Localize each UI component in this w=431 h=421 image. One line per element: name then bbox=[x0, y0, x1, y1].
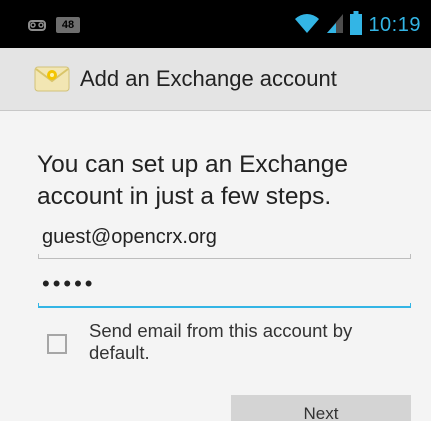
signal-icon bbox=[326, 12, 344, 39]
password-field[interactable]: ••••• bbox=[38, 269, 411, 311]
battery-icon bbox=[350, 11, 363, 40]
notification-badge: 48 bbox=[56, 17, 80, 33]
voicemail-icon bbox=[28, 19, 46, 31]
status-notifications: 48 bbox=[28, 17, 80, 33]
password-underline bbox=[38, 303, 411, 308]
account-setup-form: You can set up an Exchange account in ju… bbox=[0, 111, 431, 421]
status-system: 10:19 bbox=[294, 11, 421, 40]
status-bar: 48 10:19 bbox=[0, 0, 431, 48]
default-account-option[interactable]: Send email from this account by default. bbox=[47, 320, 417, 364]
password-value: ••••• bbox=[42, 271, 96, 296]
email-icon bbox=[34, 65, 70, 93]
page-title: Add an Exchange account bbox=[80, 66, 337, 91]
default-account-label: Send email from this account by default. bbox=[89, 320, 353, 363]
wifi-icon bbox=[294, 12, 320, 39]
action-bar: Add an Exchange account bbox=[0, 48, 431, 111]
default-account-checkbox[interactable] bbox=[47, 334, 67, 354]
next-button[interactable]: Next bbox=[231, 395, 411, 421]
status-time: 10:19 bbox=[368, 14, 421, 36]
email-value: guest@opencrx.org bbox=[42, 226, 217, 248]
android-screen: 48 10:19 Add an Exchange account You can… bbox=[0, 0, 431, 421]
intro-text: You can set up an Exchange account in ju… bbox=[37, 151, 349, 210]
email-field[interactable]: guest@opencrx.org bbox=[38, 220, 411, 262]
email-underline bbox=[38, 254, 411, 259]
next-button-label: Next bbox=[303, 404, 339, 421]
